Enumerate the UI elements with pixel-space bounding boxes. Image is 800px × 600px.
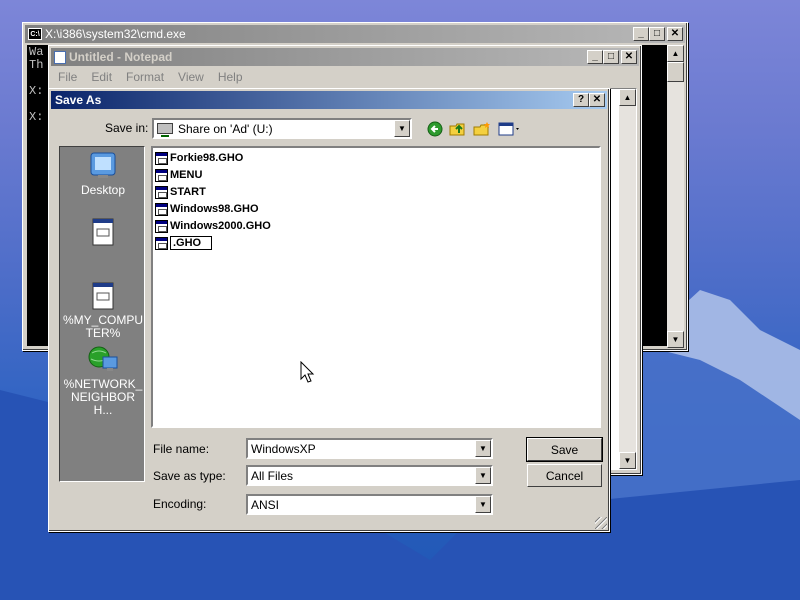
scroll-up-arrow-icon[interactable]: ▲ xyxy=(667,45,684,62)
network-drive-icon xyxy=(157,123,173,137)
cmd-icon: C:\ xyxy=(28,28,42,40)
file-icon xyxy=(155,202,168,216)
file-icon xyxy=(155,168,168,182)
list-item[interactable]: Windows98.GHO xyxy=(155,201,259,217)
notepad-icon xyxy=(54,50,66,64)
resize-grip-icon[interactable] xyxy=(595,517,607,529)
list-item[interactable]: Forkie98.GHO xyxy=(155,150,243,166)
dialog-title: Save As xyxy=(55,93,102,107)
file-name: START xyxy=(170,186,206,198)
file-icon xyxy=(155,185,168,199)
save-as-dialog[interactable]: Save As ? ✕ Save in: Share on 'Ad' (U:) … xyxy=(48,88,610,532)
list-item[interactable]: MENU xyxy=(155,167,202,183)
encoding-select[interactable]: ANSI ▼ xyxy=(246,494,493,515)
view-menu-icon[interactable] xyxy=(497,120,521,138)
file-list[interactable]: Forkie98.GHO MENU START Windows98.GHO Wi… xyxy=(151,146,601,428)
desktop-icon xyxy=(88,151,118,181)
close-button[interactable]: ✕ xyxy=(667,27,683,41)
menu-edit[interactable]: Edit xyxy=(84,70,119,84)
places-bar: Desktop %MY_COMPUTER% %NETWORK_NEIGHBORH… xyxy=(59,146,145,482)
network-icon xyxy=(87,345,119,375)
mouse-cursor-icon xyxy=(300,361,315,383)
new-folder-icon[interactable] xyxy=(473,120,491,138)
close-button[interactable]: ✕ xyxy=(589,93,605,107)
notepad-menubar: File Edit Format View Help xyxy=(51,67,639,86)
close-button[interactable]: ✕ xyxy=(621,50,637,64)
scroll-down-arrow-icon[interactable]: ▼ xyxy=(619,452,636,469)
document-icon xyxy=(90,217,116,247)
file-name-label: File name: xyxy=(153,442,210,456)
menu-view[interactable]: View xyxy=(171,70,211,84)
notepad-title: Untitled - Notepad xyxy=(69,50,173,64)
notepad-titlebar[interactable]: Untitled - Notepad _ □ ✕ xyxy=(51,48,639,66)
encoding-value: ANSI xyxy=(251,497,280,512)
file-name: Windows2000.GHO xyxy=(170,220,271,232)
save-in-dropdown[interactable]: Share on 'Ad' (U:) ▼ xyxy=(152,118,412,139)
save-in-value: Share on 'Ad' (U:) xyxy=(178,121,273,136)
scroll-down-arrow-icon[interactable]: ▼ xyxy=(667,331,684,348)
list-item[interactable]: .GHO xyxy=(155,235,212,251)
save-button[interactable]: Save xyxy=(526,437,603,462)
menu-help[interactable]: Help xyxy=(211,70,250,84)
place-label: %NETWORK_NEIGHBORH... xyxy=(63,377,143,417)
chevron-down-icon[interactable]: ▼ xyxy=(475,440,491,457)
file-name-input[interactable]: WindowsXP ▼ xyxy=(246,438,493,459)
place-desktop[interactable]: Desktop xyxy=(60,151,146,197)
cancel-button[interactable]: Cancel xyxy=(527,464,602,487)
place-label: %MY_COMPUTER% xyxy=(62,313,143,340)
back-icon[interactable] xyxy=(426,120,444,138)
notepad-scrollbar[interactable]: ▲ ▼ xyxy=(619,89,636,469)
rename-field[interactable]: .GHO xyxy=(170,236,212,250)
computer-icon xyxy=(90,281,116,311)
file-icon xyxy=(155,236,168,250)
file-name: Windows98.GHO xyxy=(170,203,259,215)
encoding-label: Encoding: xyxy=(153,497,207,511)
save-as-type-select[interactable]: All Files ▼ xyxy=(246,465,493,486)
maximize-button[interactable]: □ xyxy=(649,27,665,41)
maximize-button[interactable]: □ xyxy=(603,50,619,64)
up-folder-icon[interactable] xyxy=(449,120,467,138)
file-icon xyxy=(155,219,168,233)
save-as-type-label: Save as type: xyxy=(153,469,226,483)
minimize-button[interactable]: _ xyxy=(633,27,649,41)
file-name: MENU xyxy=(170,169,203,181)
place-my-computer[interactable]: %MY_COMPUTER% xyxy=(60,281,146,340)
cmd-titlebar[interactable]: C:\ X:\i386\system32\cmd.exe _ □ ✕ xyxy=(25,25,685,43)
save-in-label: Save in: xyxy=(105,121,149,135)
menu-format[interactable]: Format xyxy=(119,70,171,84)
minimize-button[interactable]: _ xyxy=(587,50,603,64)
place-documents[interactable] xyxy=(60,217,146,250)
chevron-down-icon[interactable]: ▼ xyxy=(475,467,491,484)
scroll-up-arrow-icon[interactable]: ▲ xyxy=(619,89,636,106)
file-name: Forkie98.GHO xyxy=(170,152,244,164)
scroll-thumb[interactable] xyxy=(667,62,684,82)
cmd-title: X:\i386\system32\cmd.exe xyxy=(45,27,186,41)
list-item[interactable]: START xyxy=(155,184,206,200)
file-name-value: WindowsXP xyxy=(251,441,316,456)
save-as-type-value: All Files xyxy=(251,468,294,483)
chevron-down-icon[interactable]: ▼ xyxy=(475,496,491,513)
save-as-titlebar[interactable]: Save As ? ✕ xyxy=(51,91,607,109)
cmd-scrollbar[interactable]: ▲ ▼ xyxy=(667,45,684,348)
place-network[interactable]: %NETWORK_NEIGHBORH... xyxy=(60,345,146,417)
chevron-down-icon[interactable]: ▼ xyxy=(394,120,410,137)
help-button[interactable]: ? xyxy=(573,93,589,107)
place-label: Desktop xyxy=(80,183,126,197)
menu-file[interactable]: File xyxy=(51,70,84,84)
file-icon xyxy=(155,151,168,165)
list-item[interactable]: Windows2000.GHO xyxy=(155,218,271,234)
